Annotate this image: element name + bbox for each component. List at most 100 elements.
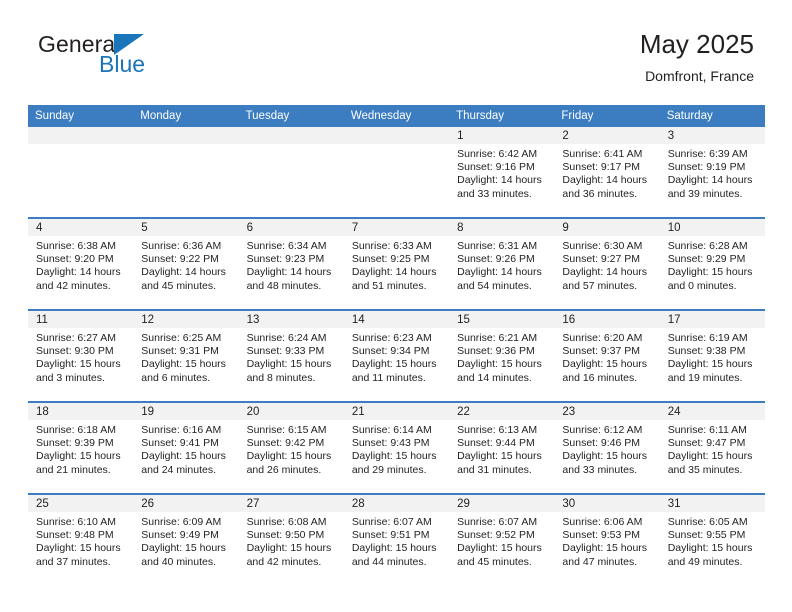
day-number: 21 <box>343 403 450 420</box>
calendar-day-cell[interactable]: 22 Sunrise: 6:13 AM Sunset: 9:44 PM Dayligh… <box>449 401 555 494</box>
day-details: Sunrise: 6:24 AM Sunset: 9:33 PM Daylight:… <box>239 328 344 385</box>
calendar-day-cell[interactable]: 20 Sunrise: 6:15 AM Sunset: 9:42 PM Dayligh… <box>238 401 344 494</box>
day-details: Sunrise: 6:33 AM Sunset: 9:25 PM Daylight:… <box>344 236 449 293</box>
calendar-day-cell[interactable]: 26 Sunrise: 6:09 AM Sunset: 9:49 PM Dayligh… <box>133 493 239 585</box>
sunrise-text: Sunrise: 6:15 AM <box>246 424 327 436</box>
sunset-text: Sunset: 9:50 PM <box>246 529 325 542</box>
day-number: 31 <box>659 495 765 512</box>
sunset-text: Sunset: 9:42 PM <box>246 437 325 450</box>
calendar-day-cell[interactable]: 7 Sunrise: 6:33 AM Sunset: 9:25 PM Daylight… <box>343 217 450 310</box>
calendar-day-cell[interactable]: 18 Sunrise: 6:18 AM Sunset: 9:39 PM Dayligh… <box>28 401 134 494</box>
day-details: Sunrise: 6:07 AM Sunset: 9:52 PM Daylight:… <box>449 512 554 569</box>
calendar-day-cell[interactable]: 6 Sunrise: 6:34 AM Sunset: 9:23 PM Daylight… <box>238 217 344 310</box>
day-number: 24 <box>659 403 765 420</box>
daylight-text: Daylight: 15 hours and 3 minutes. <box>36 358 121 384</box>
day-number: 6 <box>238 219 344 236</box>
sunset-text: Sunset: 9:33 PM <box>246 345 325 358</box>
sunrise-text: Sunrise: 6:10 AM <box>36 516 116 528</box>
sunrise-text: Sunrise: 6:23 AM <box>351 332 432 344</box>
calendar-day-cell[interactable]: 5 Sunrise: 6:36 AM Sunset: 9:22 PM Daylight… <box>133 217 239 310</box>
calendar-day-cell[interactable]: 23 Sunrise: 6:12 AM Sunset: 9:46 PM Dayligh… <box>554 401 660 494</box>
page-subtitle: Domfront, France <box>645 68 754 84</box>
sunrise-text: Sunrise: 6:30 AM <box>562 240 643 252</box>
day-number: 1 <box>449 127 555 144</box>
sunrise-text: Sunrise: 6:11 AM <box>667 424 747 436</box>
daylight-text: Daylight: 15 hours and 6 minutes. <box>141 358 226 384</box>
daylight-text: Daylight: 15 hours and 11 minutes. <box>351 358 437 384</box>
day-details: Sunrise: 6:12 AM Sunset: 9:46 PM Daylight:… <box>554 420 659 477</box>
calendar-day-cell[interactable]: 1 Sunrise: 6:42 AM Sunset: 9:16 PM Daylight… <box>449 127 555 218</box>
calendar-cell-empty <box>343 127 450 218</box>
calendar-day-cell[interactable]: 21 Sunrise: 6:14 AM Sunset: 9:43 PM Dayligh… <box>343 401 450 494</box>
calendar-day-cell[interactable]: 31 Sunrise: 6:05 AM Sunset: 9:55 PM Dayligh… <box>659 493 765 585</box>
calendar-day-cell[interactable]: 14 Sunrise: 6:23 AM Sunset: 9:34 PM Dayligh… <box>343 309 450 402</box>
calendar-day-cell[interactable]: 19 Sunrise: 6:16 AM Sunset: 9:41 PM Dayligh… <box>133 401 239 494</box>
daylight-text: Daylight: 15 hours and 16 minutes. <box>562 358 648 384</box>
day-number <box>133 127 239 144</box>
day-details: Sunrise: 6:39 AM Sunset: 9:19 PM Daylight:… <box>660 144 765 201</box>
sunrise-text: Sunrise: 6:31 AM <box>457 240 538 252</box>
sunset-text: Sunset: 9:29 PM <box>667 253 746 266</box>
sunset-text: Sunset: 9:49 PM <box>141 529 219 542</box>
day-number: 13 <box>238 311 344 328</box>
sunset-text: Sunset: 9:22 PM <box>141 253 219 266</box>
calendar-day-cell[interactable]: 4 Sunrise: 6:38 AM Sunset: 9:20 PM Daylight… <box>28 217 134 310</box>
calendar-day-cell[interactable]: 13 Sunrise: 6:24 AM Sunset: 9:33 PM Dayligh… <box>238 309 344 402</box>
page-header: General Blue May 2025 Domfront, France <box>28 28 764 98</box>
day-details: Sunrise: 6:31 AM Sunset: 9:26 PM Daylight:… <box>449 236 554 293</box>
calendar-day-cell[interactable]: 12 Sunrise: 6:25 AM Sunset: 9:31 PM Dayligh… <box>133 309 239 402</box>
day-number: 23 <box>554 403 660 420</box>
calendar-day-cell[interactable]: 9 Sunrise: 6:30 AM Sunset: 9:27 PM Daylight… <box>554 217 660 310</box>
daylight-text: Daylight: 15 hours and 19 minutes. <box>667 358 753 384</box>
daylight-text: Daylight: 15 hours and 42 minutes. <box>246 542 332 568</box>
calendar-day-cell[interactable]: 11 Sunrise: 6:27 AM Sunset: 9:30 PM Dayligh… <box>28 309 134 402</box>
page-title: May 2025 <box>639 29 754 59</box>
calendar-day-cell[interactable]: 24 Sunrise: 6:11 AM Sunset: 9:47 PM Dayligh… <box>659 401 765 494</box>
day-details: Sunrise: 6:28 AM Sunset: 9:29 PM Daylight:… <box>660 236 765 293</box>
sunrise-text: Sunrise: 6:28 AM <box>667 240 748 252</box>
sunset-text: Sunset: 9:51 PM <box>351 529 430 542</box>
calendar-day-cell[interactable]: 8 Sunrise: 6:31 AM Sunset: 9:26 PM Daylight… <box>449 217 555 310</box>
day-details: Sunrise: 6:11 AM Sunset: 9:47 PM Daylight:… <box>660 420 765 477</box>
day-number: 4 <box>28 219 134 236</box>
day-details: Sunrise: 6:41 AM Sunset: 9:17 PM Daylight:… <box>554 144 659 201</box>
day-number: 20 <box>238 403 344 420</box>
day-details: Sunrise: 6:38 AM Sunset: 9:20 PM Daylight:… <box>28 236 133 293</box>
daylight-text: Daylight: 14 hours and 33 minutes. <box>457 174 542 200</box>
daylight-text: Daylight: 15 hours and 37 minutes. <box>36 542 121 568</box>
calendar-day-cell[interactable]: 30 Sunrise: 6:06 AM Sunset: 9:53 PM Dayligh… <box>554 493 660 585</box>
brand-logo[interactable]: General Blue <box>38 32 258 92</box>
day-number: 17 <box>659 311 765 328</box>
calendar-day-cell[interactable]: 16 Sunrise: 6:20 AM Sunset: 9:37 PM Dayligh… <box>554 309 660 402</box>
calendar-day-cell[interactable]: 15 Sunrise: 6:21 AM Sunset: 9:36 PM Dayligh… <box>449 309 555 402</box>
calendar-week-row: 1 Sunrise: 6:42 AM Sunset: 9:16 PM Daylight… <box>28 127 765 218</box>
day-number: 22 <box>449 403 555 420</box>
day-number: 18 <box>28 403 134 420</box>
daylight-text: Daylight: 14 hours and 42 minutes. <box>36 266 121 292</box>
day-number: 12 <box>133 311 239 328</box>
sunset-text: Sunset: 9:55 PM <box>667 529 746 542</box>
weekday-header-tuesday: Tuesday <box>238 105 344 127</box>
day-details: Sunrise: 6:36 AM Sunset: 9:22 PM Daylight:… <box>133 236 238 293</box>
calendar-day-cell[interactable]: 17 Sunrise: 6:19 AM Sunset: 9:38 PM Dayligh… <box>659 309 765 402</box>
sunset-text: Sunset: 9:23 PM <box>246 253 325 266</box>
calendar-body: 1 Sunrise: 6:42 AM Sunset: 9:16 PM Daylight… <box>28 127 765 585</box>
calendar-day-cell[interactable]: 10 Sunrise: 6:28 AM Sunset: 9:29 PM Dayligh… <box>659 217 765 310</box>
daylight-text: Daylight: 14 hours and 36 minutes. <box>562 174 648 200</box>
calendar-day-cell[interactable]: 28 Sunrise: 6:07 AM Sunset: 9:51 PM Dayligh… <box>343 493 450 585</box>
calendar-day-cell[interactable]: 29 Sunrise: 6:07 AM Sunset: 9:52 PM Dayligh… <box>449 493 555 585</box>
sunset-text: Sunset: 9:37 PM <box>562 345 641 358</box>
calendar-day-cell[interactable]: 27 Sunrise: 6:08 AM Sunset: 9:50 PM Dayligh… <box>238 493 344 585</box>
calendar-day-cell[interactable]: 3 Sunrise: 6:39 AM Sunset: 9:19 PM Daylight… <box>659 127 765 218</box>
day-number: 8 <box>449 219 555 236</box>
calendar-day-cell[interactable]: 2 Sunrise: 6:41 AM Sunset: 9:17 PM Daylight… <box>554 127 660 218</box>
day-details: Sunrise: 6:30 AM Sunset: 9:27 PM Daylight:… <box>554 236 659 293</box>
sunrise-text: Sunrise: 6:08 AM <box>246 516 327 528</box>
daylight-text: Daylight: 15 hours and 21 minutes. <box>36 450 121 476</box>
sunrise-text: Sunrise: 6:42 AM <box>457 148 538 160</box>
sunrise-text: Sunrise: 6:09 AM <box>141 516 222 528</box>
daylight-text: Daylight: 14 hours and 57 minutes. <box>562 266 648 292</box>
calendar-week-row: 25 Sunrise: 6:10 AM Sunset: 9:48 PM Dayligh… <box>28 493 765 585</box>
calendar-day-cell[interactable]: 25 Sunrise: 6:10 AM Sunset: 9:48 PM Dayligh… <box>28 493 134 585</box>
day-number: 19 <box>133 403 239 420</box>
